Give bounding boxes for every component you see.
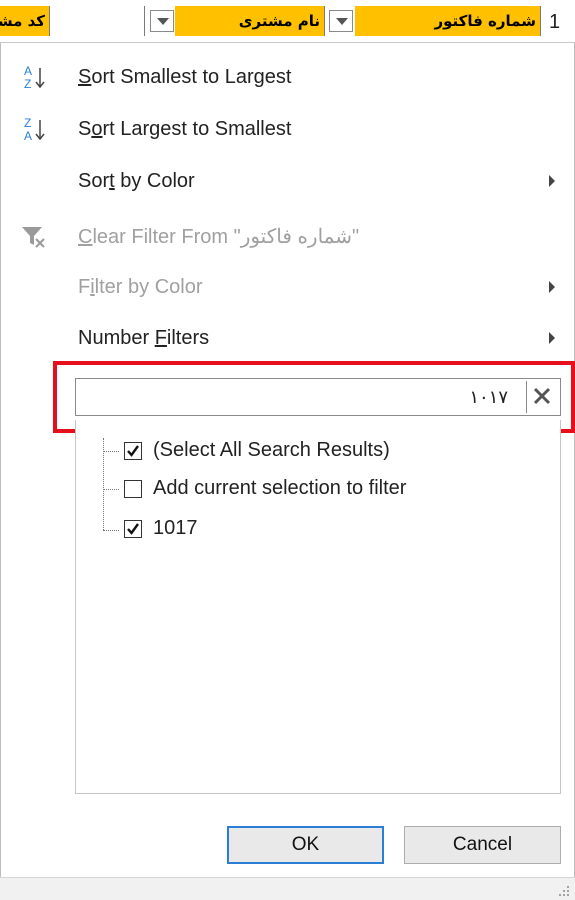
list-item-value[interactable]: 1017 xyxy=(0,515,575,545)
checkmark-icon xyxy=(127,445,139,457)
filter-dropdown-button-active[interactable] xyxy=(329,10,353,32)
checkbox-unchecked[interactable] xyxy=(124,480,142,498)
svg-text:Z: Z xyxy=(24,116,31,130)
checkbox-checked[interactable] xyxy=(124,520,142,538)
menu-label: Clear Filter From "شماره فاکتور" xyxy=(78,226,360,248)
menu-sort-ascending[interactable]: A Z Sort Smallest to Largest xyxy=(0,51,575,103)
filter-dropdown-button[interactable] xyxy=(150,10,174,32)
list-item-select-all[interactable]: (Select All Search Results) xyxy=(0,437,575,467)
svg-text:A: A xyxy=(24,64,32,78)
header-cell-customer-code[interactable]: کد مشتر xyxy=(0,6,50,36)
header-gap xyxy=(50,6,145,36)
sort-a-to-z-icon: A Z xyxy=(24,64,45,91)
checkmark-icon xyxy=(127,523,139,535)
svg-text:A: A xyxy=(24,129,32,143)
sort-z-to-a-icon: Z A xyxy=(24,116,45,143)
submenu-arrow-icon xyxy=(549,175,555,187)
menu-filter-by-color[interactable]: Filter by Color xyxy=(0,261,575,313)
menu-label: Filter by Color xyxy=(78,276,203,298)
list-item-label: (Select All Search Results) xyxy=(153,439,390,461)
menu-sort-by-color[interactable]: Sort by Color xyxy=(0,155,575,207)
menu-label: Number Filters xyxy=(78,327,210,349)
ok-button[interactable]: OK xyxy=(227,826,384,864)
svg-text:Z: Z xyxy=(24,77,31,91)
cancel-button[interactable]: Cancel xyxy=(404,826,561,864)
submenu-arrow-icon xyxy=(549,281,555,293)
list-item-label: Add current selection to filter xyxy=(153,477,407,499)
header-label: نام مشتری xyxy=(238,12,320,30)
column-header-row: کد مشتر نام مشتری شماره فاکتور 1 xyxy=(0,0,575,43)
header-label: کد مشتر xyxy=(0,12,45,30)
clear-filter-icon xyxy=(22,227,45,248)
header-cell-invoice-number[interactable]: شماره فاکتور xyxy=(355,6,541,36)
menu-number-filters[interactable]: Number Filters xyxy=(0,312,575,364)
menu-clear-filter[interactable]: Clear Filter From "شماره فاکتور" xyxy=(0,211,575,263)
checkbox-checked[interactable] xyxy=(124,442,142,460)
submenu-arrow-icon xyxy=(549,332,555,344)
row-number: 1 xyxy=(541,6,575,36)
list-item-add-selection[interactable]: Add current selection to filter xyxy=(0,475,575,505)
menu-label: Sort Largest to Smallest xyxy=(78,118,292,140)
menu-label: Sort by Color xyxy=(78,170,195,192)
resize-grip-icon[interactable] xyxy=(558,885,570,897)
resize-bar xyxy=(0,877,575,900)
header-cell-customer-name[interactable]: نام مشتری xyxy=(175,6,325,36)
header-label: شماره فاکتور xyxy=(434,12,537,30)
list-item-label: 1017 xyxy=(153,517,198,539)
menu-sort-descending[interactable]: Z A Sort Largest to Smallest xyxy=(0,103,575,155)
menu-label: Sort Smallest to Largest xyxy=(78,66,292,88)
